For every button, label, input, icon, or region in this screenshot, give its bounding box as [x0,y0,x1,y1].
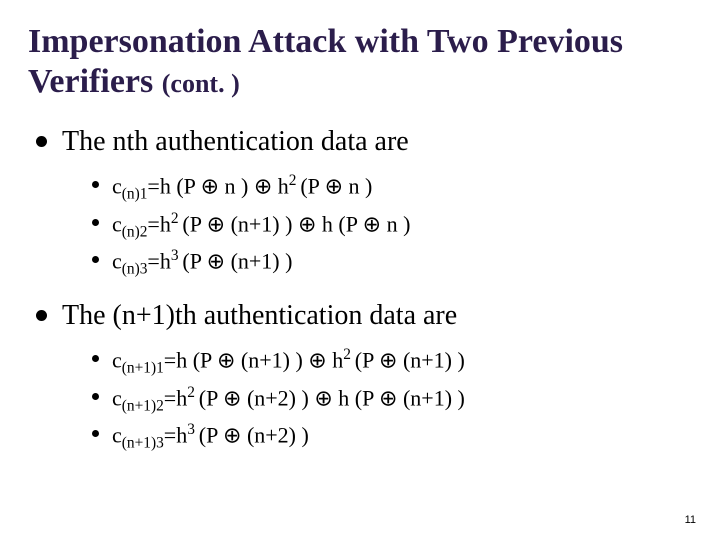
eq-cn1: c(n)1=h (P ⊕ n ) ⊕ h2 (P ⊕ n ) [92,169,692,207]
page-number: 11 [685,514,696,526]
section-nplus1-heading: The (n+1)th authentication data are [62,300,457,331]
title-cont: (cont. ) [162,69,240,98]
eq-cn2: c(n)2=h2 (P ⊕ (n+1) ) ⊕ h (P ⊕ n ) [92,207,692,245]
eq-cn3: c(n)3=h3 (P ⊕ (n+1) ) [92,244,692,282]
slide-title: Impersonation Attack with Two Previous V… [28,22,692,102]
section-nth-heading: The nth authentication data are [62,126,409,157]
content-list: The nth authentication data are c(n)1=h … [28,124,692,456]
nplus1-items: c(n+1)1=h (P ⊕ (n+1) ) ⊕ h2 (P ⊕ (n+1) )… [62,343,692,456]
title-main: Impersonation Attack with Two Previous V… [28,23,623,100]
section-nth: The nth authentication data are c(n)1=h … [36,124,692,282]
eq-cn1p3: c(n+1)3=h3 (P ⊕ (n+2) ) [92,418,692,456]
section-nplus1: The (n+1)th authentication data are c(n+… [36,298,692,456]
slide: Impersonation Attack with Two Previous V… [0,0,720,540]
eq-cn1p1: c(n+1)1=h (P ⊕ (n+1) ) ⊕ h2 (P ⊕ (n+1) ) [92,343,692,381]
nth-items: c(n)1=h (P ⊕ n ) ⊕ h2 (P ⊕ n ) c(n)2=h2 … [62,169,692,282]
eq-cn1p2: c(n+1)2=h2 (P ⊕ (n+2) ) ⊕ h (P ⊕ (n+1) ) [92,381,692,419]
